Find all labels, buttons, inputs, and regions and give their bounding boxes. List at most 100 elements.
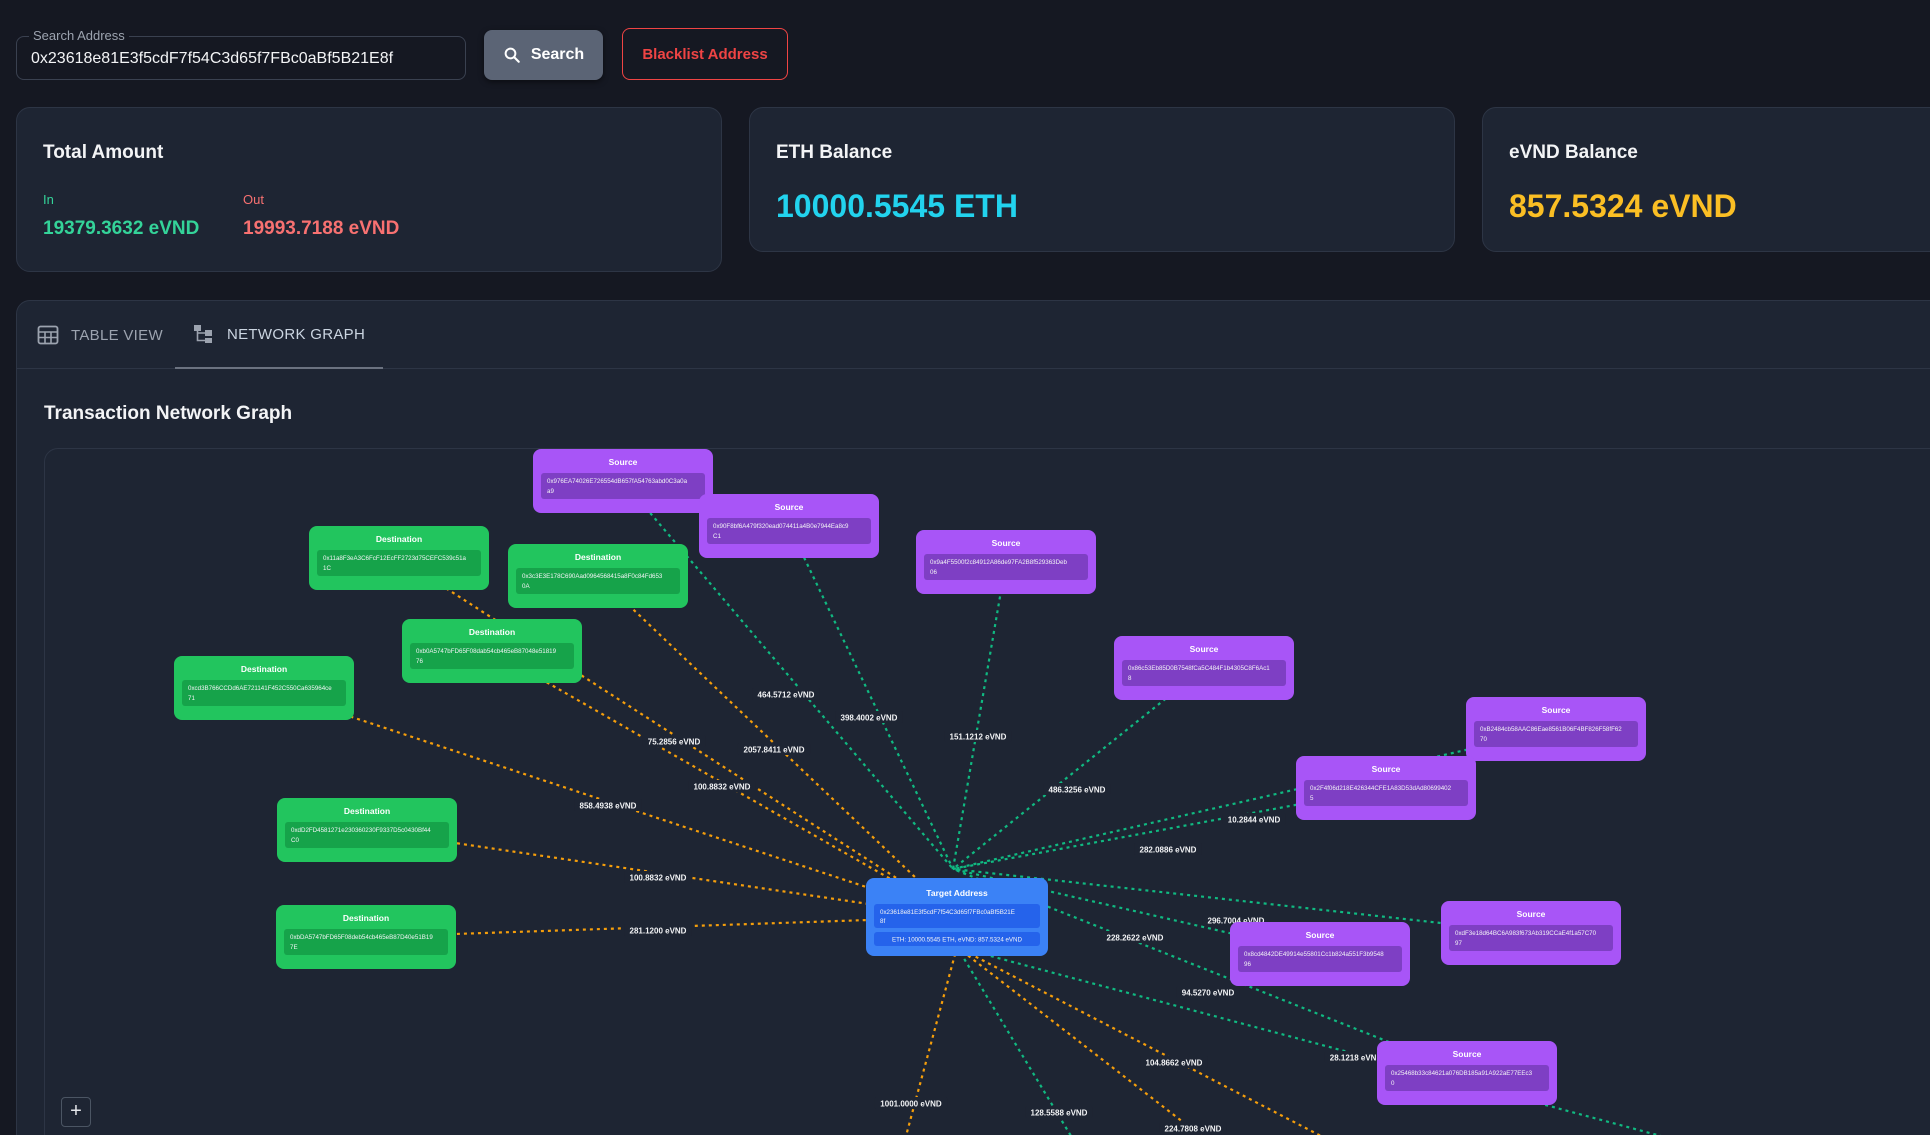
node-address: 0xcd3B766CCDd6AE721141F452C550Ca635964ce [188, 685, 332, 692]
node-address-box [516, 568, 680, 594]
destination-node[interactable]: Destination 0x3c3E3E178C690Aad0964568415a… [508, 544, 688, 608]
search-button[interactable]: Search [484, 30, 603, 80]
edge-label: 94.5270 eVND [1182, 989, 1235, 998]
edge-label: 100.8832 eVND [630, 874, 687, 883]
graph-title: Transaction Network Graph [44, 403, 293, 424]
node-kind-label: Source [1453, 1049, 1482, 1059]
evnd-balance-title: eVND Balance [1509, 142, 1638, 163]
edge-label: 398.4002 eVND [841, 714, 898, 723]
node-address-box [1385, 1065, 1549, 1091]
edge-label: 464.5712 eVND [758, 691, 815, 700]
search-address-input[interactable] [31, 47, 451, 71]
node-address-tail: 0 [1391, 1080, 1395, 1087]
node-kind-label: Destination [241, 664, 287, 674]
search-button-label: Search [530, 46, 585, 63]
node-kind-label: Source [1372, 764, 1401, 774]
node-address-box [410, 643, 574, 669]
tab-network-graph[interactable]: NETWORK GRAPH [175, 301, 384, 369]
target-address-tail: 8f [880, 918, 885, 925]
node-address: 0x90F8bf6A479f320ead074411a4B0e7944Ea8c9 [713, 523, 849, 530]
target-address: 0x23618e81E3f5cdF7f54C3d65f7FBc0aBf5B21E [880, 909, 1015, 916]
node-address-box [284, 929, 448, 955]
evnd-balance-card: eVND Balance 857.5324 eVND [1482, 107, 1930, 252]
out-label: Out [243, 192, 264, 207]
node-address-tail: 76 [416, 658, 423, 665]
view-tabs: TABLE VIEW NETWORK GRAPH [17, 301, 1930, 369]
tab-table-label: TABLE VIEW [71, 326, 163, 344]
node-address: 0x86c53Eb85D0B7548fCa5C484F1b4305C8F6Ac1 [1128, 665, 1270, 672]
edge-label: 75.2856 eVND [648, 738, 701, 747]
search-address-field[interactable]: Search Address [16, 28, 466, 80]
target-balance: ETH: 10000.5545 ETH, eVND: 857.5324 eVND [892, 937, 1023, 944]
node-address-tail: 8 [1128, 675, 1132, 682]
tab-graph-label: NETWORK GRAPH [227, 325, 366, 343]
destination-node[interactable]: Destination 0xcd3B766CCDd6AE721141F452C55… [174, 656, 354, 720]
destination-node[interactable]: Destination 0xbDA5747bFD65F08deb54cb465eB… [276, 905, 456, 969]
node-address-box [1122, 660, 1286, 686]
node-address-tail: 7E [290, 944, 298, 951]
node-address-box [924, 554, 1088, 580]
blacklist-address-button[interactable]: Blacklist Address [622, 28, 788, 80]
node-address-box [1238, 946, 1402, 972]
in-label: In [43, 192, 54, 207]
node-address-box [182, 680, 346, 706]
node-kind-label: Source [1306, 930, 1335, 940]
edge-label: 10.2844 eVND [1228, 816, 1281, 825]
total-amount-title: Total Amount [43, 142, 164, 163]
eth-balance-card: ETH Balance 10000.5545 ETH [749, 107, 1455, 252]
node-kind-label: Source [775, 502, 804, 512]
source-node[interactable]: Source 0x25468b33c84621a076DB185a91A922aE… [1377, 1041, 1557, 1105]
node-address: 0xB2484cb58AAC86Eae8561B06F4BF826F58fF62 [1480, 726, 1622, 733]
source-node[interactable]: Source 0x2F4f06d218E426344CFE1A83D53dAd80… [1296, 756, 1476, 820]
source-node[interactable]: Source 0x86c53Eb85D0B7548fCa5C484F1b4305C… [1114, 636, 1294, 700]
total-amount-card: Total Amount In 19379.3632 eVND Out 1999… [16, 107, 722, 272]
node-address-box [1449, 925, 1613, 951]
node-kind-label: Destination [376, 534, 422, 544]
node-address-tail: C0 [291, 837, 299, 844]
edge-label: 28.1218 eVND [1330, 1054, 1383, 1063]
node-kind-label: Destination [469, 627, 515, 637]
node-address-box [1304, 780, 1468, 806]
node-address-tail: C1 [713, 533, 721, 540]
destination-node[interactable]: Destination 0xdD2FD4581271e230360230F9337… [277, 798, 457, 862]
source-node[interactable]: Source 0x976EA74026E726554dB657fA54763abd… [533, 449, 713, 513]
node-address-tail: a9 [547, 488, 554, 495]
edge-label: 151.1212 eVND [950, 733, 1007, 742]
tab-table-view[interactable]: TABLE VIEW [37, 301, 179, 369]
node-address: 0xdF3e18d64BC6A983f673Ab319CCaE4f1a57C70 [1455, 930, 1597, 937]
node-address-box [317, 550, 481, 576]
node-address: 0x2F4f06d218E426344CFE1A83D53dAd80699402 [1310, 785, 1452, 792]
node-address-box [707, 518, 871, 544]
source-node[interactable]: Source 0x90F8bf6A479f320ead074411a4B0e794… [699, 494, 879, 558]
graph-edge [951, 561, 1008, 870]
node-kind-label: Source [1190, 644, 1219, 654]
node-address-box [541, 473, 705, 499]
edge-label: 224.7808 eVND [1165, 1125, 1222, 1134]
node-address-tail: 71 [188, 695, 195, 702]
network-graph[interactable]: 464.5712 eVND 398.4002 eVND 151.1212 eVND 7… [45, 449, 1930, 1135]
node-address: 0x25468b33c84621a076DB185a91A922aE77EEc3 [1391, 1070, 1533, 1077]
edge-label: 282.0886 eVND [1140, 846, 1197, 855]
node-address: 0xb0A5747bFD65F08dab54cb465eB87048e51819 [416, 648, 557, 655]
source-node[interactable]: Source 0xB2484cb58AAC86Eae8561B06F4BF826F… [1466, 697, 1646, 761]
zoom-in-button[interactable]: + [61, 1097, 91, 1127]
edge-label: 486.3256 eVND [1049, 786, 1106, 795]
network-graph-canvas[interactable]: 464.5712 eVND 398.4002 eVND 151.1212 eVND 7… [44, 448, 1930, 1135]
node-address-tail: 0A [522, 583, 530, 590]
search-address-label: Search Address [29, 28, 129, 43]
target-address-box [874, 904, 1040, 928]
target-node[interactable]: Target Address 0x23618e81E3f5cdF7f54C3d65… [866, 878, 1048, 956]
node-kind-label: Destination [344, 806, 390, 816]
node-kind-label: Source [1542, 705, 1571, 715]
source-node[interactable]: Source 0x8cd4842DE49914e55801Cc1b824a551F… [1230, 922, 1410, 986]
node-address: 0xbDA5747bFD65F08deb54cb465eB87D40e51B19 [290, 934, 433, 941]
source-node[interactable]: Source 0xdF3e18d64BC6A983f673Ab319CCaE4f1… [1441, 901, 1621, 965]
source-node[interactable]: Source 0x9a4F5500f2c84912A86de97FA2B8f529… [916, 530, 1096, 594]
eth-balance-title: ETH Balance [776, 142, 893, 163]
node-address-box [1474, 721, 1638, 747]
out-value: 19993.7188 eVND [243, 218, 400, 239]
table-icon [37, 325, 59, 345]
node-address-tail: 1C [323, 565, 331, 572]
destination-node[interactable]: Destination 0x11a8F3eA3C6FcF12EcFF2723d75… [309, 526, 489, 590]
destination-node[interactable]: Destination 0xb0A5747bFD65F08dab54cb465eB… [402, 619, 582, 683]
